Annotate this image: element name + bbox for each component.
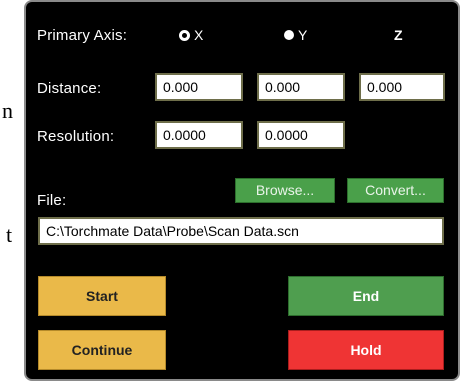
file-path-field[interactable]: C:\Torchmate Data\Probe\Scan Data.scn [38, 217, 444, 245]
resolution-y-field[interactable]: 0.0000 [257, 121, 345, 149]
radio-selected-icon [179, 29, 190, 41]
radio-unselected-icon [284, 30, 294, 40]
resolution-x-field[interactable]: 0.0000 [155, 121, 243, 149]
axis-z-radio[interactable]: Z [394, 27, 403, 43]
axis-y-label: Y [298, 27, 308, 43]
file-label: File: [37, 192, 67, 209]
scan-panel: Primary Axis: X Y Z Distance: 0.000 0.00… [24, 0, 460, 381]
axis-y-radio[interactable]: Y [284, 27, 307, 43]
axis-x-label: X [194, 27, 204, 43]
convert-button[interactable]: Convert... [347, 178, 444, 203]
background-text-fragment: t [6, 222, 13, 247]
distance-z-field[interactable]: 0.000 [359, 73, 445, 101]
distance-x-field[interactable]: 0.000 [155, 73, 243, 101]
start-button[interactable]: Start [38, 276, 166, 316]
background-text-fragment: n [2, 98, 13, 123]
hold-button[interactable]: Hold [288, 330, 444, 370]
continue-button[interactable]: Continue [38, 330, 166, 370]
axis-x-radio[interactable]: X [179, 27, 203, 43]
distance-y-field[interactable]: 0.000 [257, 73, 345, 101]
resolution-label: Resolution: [37, 128, 115, 145]
distance-label: Distance: [37, 80, 102, 97]
axis-z-label: Z [394, 27, 403, 43]
end-button[interactable]: End [288, 276, 444, 316]
primary-axis-label: Primary Axis: [37, 27, 128, 44]
browse-button[interactable]: Browse... [235, 178, 335, 203]
